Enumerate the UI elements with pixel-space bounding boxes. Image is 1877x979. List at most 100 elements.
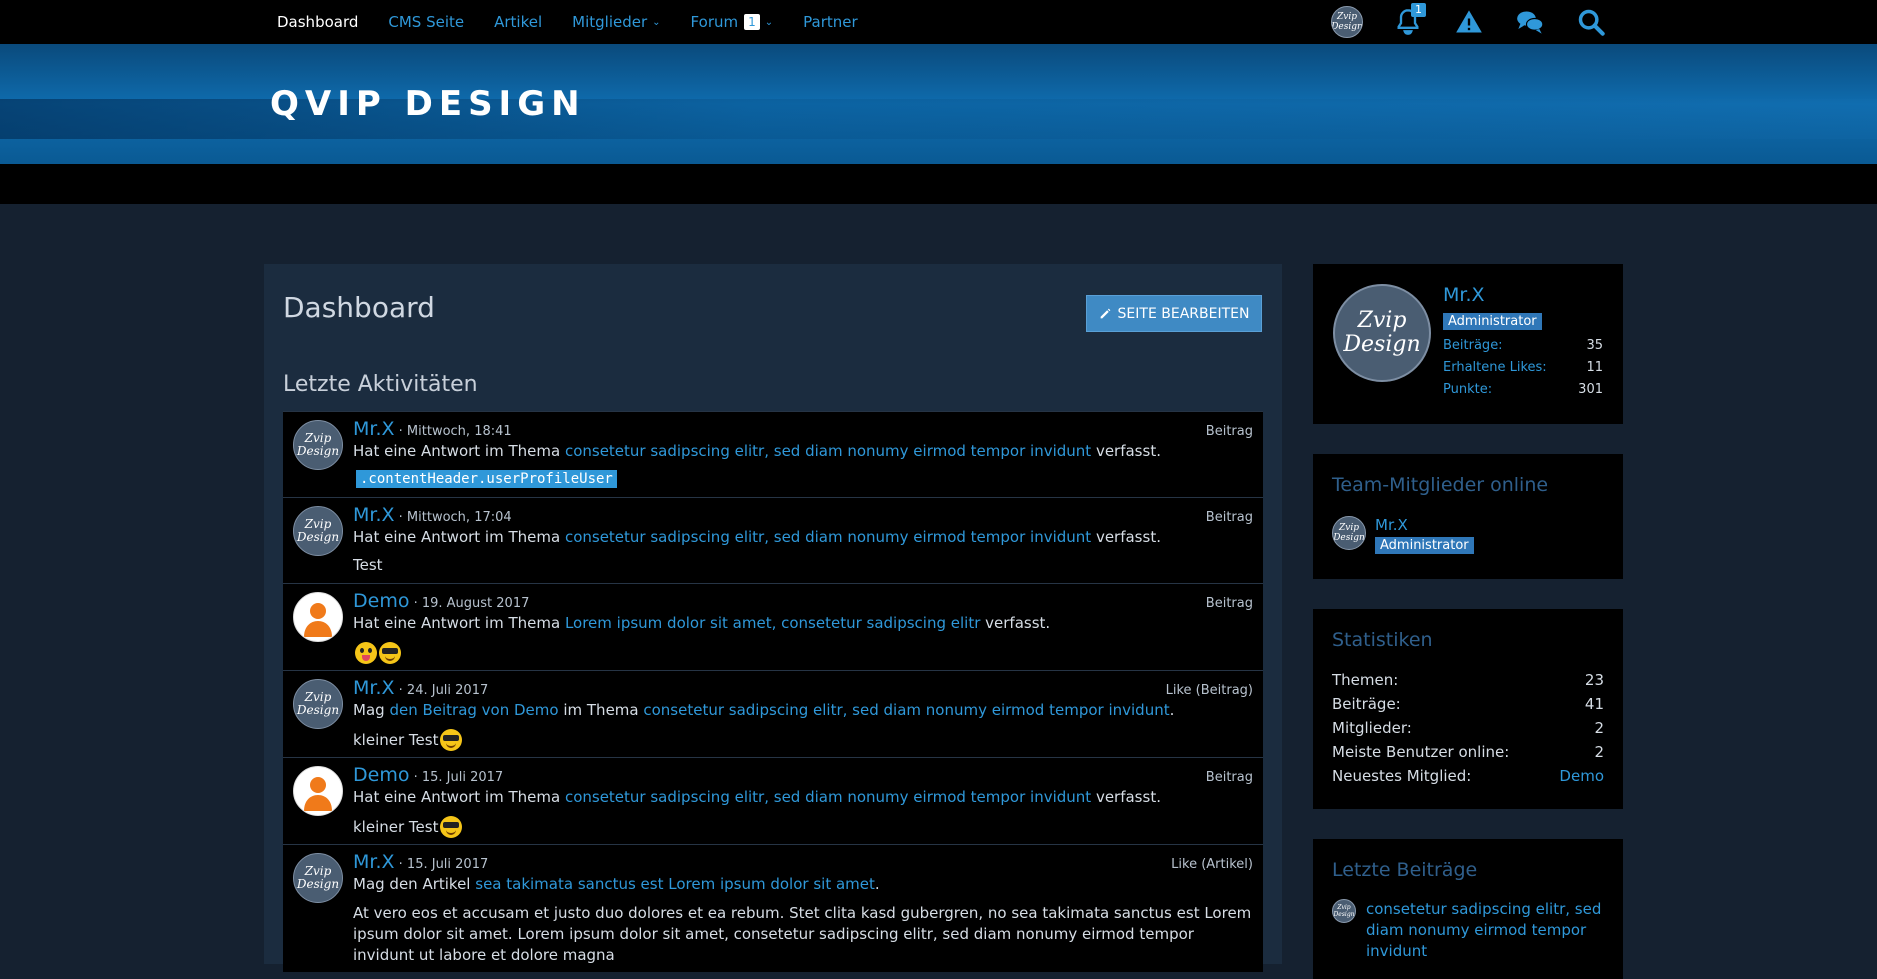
thread-link[interactable]: Lorem ipsum dolor sit amet, consetetur s… <box>565 614 980 632</box>
nav-artikel[interactable]: Artikel <box>494 13 542 31</box>
avatar[interactable]: Zvip Design <box>293 853 343 903</box>
profile-box: Zvip Design Mr.X Administrator Beiträge:… <box>1313 264 1623 424</box>
avatar[interactable]: Zvip Design <box>293 420 343 470</box>
activity-user-link[interactable]: Mr.X <box>353 677 395 699</box>
thread-link[interactable]: consetetur sadipscing elitr, sed diam no… <box>565 788 1091 806</box>
activity-body: kleiner Test <box>353 816 1253 838</box>
notifications-badge: 1 <box>1411 3 1426 17</box>
profile-stat: Punkte: 301 <box>1443 382 1603 397</box>
statistics-label: Beiträge: <box>1332 695 1401 713</box>
nav-cms-seite[interactable]: CMS Seite <box>388 13 464 31</box>
avatar-text: Zvip Design <box>1343 308 1421 357</box>
nav-dashboard[interactable]: Dashboard <box>277 13 358 31</box>
avatar-text: Zvip Design <box>1333 904 1355 918</box>
user-avatar-button[interactable]: Zvip Design <box>1331 6 1363 38</box>
user-panel: Zvip Design 1 <box>1302 0 1607 44</box>
latest-post-link[interactable]: consetetur sadipscing elitr, sed diam no… <box>1366 899 1604 962</box>
statistics-rows: Themen: 23 Beiträge: 41 Mitglieder: 2 Meist… <box>1332 671 1604 785</box>
activity-desc-text: Hat eine Antwort im Thema <box>353 442 565 460</box>
profile-stat-value: 11 <box>1586 360 1603 375</box>
nav-mitglieder[interactable]: Mitglieder ⌄ <box>572 13 660 31</box>
edit-page-button[interactable]: SEITE BEARBEITEN <box>1086 295 1262 332</box>
activity-user-link[interactable]: Demo <box>353 764 409 786</box>
avatar-text: Zvip Design <box>296 431 340 458</box>
activity-item: Zvip Design Mr.X · Mittwoch, 17:04 Beitr… <box>283 497 1263 583</box>
activity-type: Beitrag <box>1205 510 1253 525</box>
search-button[interactable] <box>1575 6 1607 38</box>
activity-item: Demo · 15. Juli 2017 Beitrag Hat eine An… <box>283 757 1263 844</box>
activity-type: Like (Artikel) <box>1171 857 1253 872</box>
site-logo[interactable]: QVIP DESIGN <box>270 84 586 124</box>
activity-item: Zvip Design Mr.X · 24. Juli 2017 Like (B… <box>283 670 1263 757</box>
nav-forum[interactable]: Forum 1 ⌄ <box>691 13 774 31</box>
warning-button[interactable] <box>1453 6 1485 38</box>
activity-user-link[interactable]: Mr.X <box>353 418 395 440</box>
avatar[interactable]: Zvip Design <box>293 506 343 556</box>
statistics-title: Statistiken <box>1332 629 1433 651</box>
avatar[interactable]: Zvip Design <box>1332 899 1356 923</box>
warning-icon <box>1456 10 1482 33</box>
latest-post-item: Zvip Design consetetur sadipscing elitr,… <box>1332 899 1604 962</box>
avatar-text: Zvip Design <box>296 517 340 544</box>
avatar-text: Zvip Design <box>1331 12 1363 32</box>
conversations-button[interactable] <box>1514 6 1546 38</box>
activity-user-link[interactable]: Mr.X <box>353 851 395 873</box>
activity-item: Zvip Design Mr.X · Mittwoch, 18:41 Beitr… <box>283 411 1263 497</box>
top-navigation: Dashboard CMS Seite Artikel Mitglieder ⌄ … <box>0 0 1877 44</box>
profile-stat-label[interactable]: Punkte: <box>1443 382 1492 397</box>
role-badge: Administrator <box>1375 537 1474 554</box>
activity-item: Zvip Design Mr.X · 15. Juli 2017 Like (A… <box>283 844 1263 972</box>
activity-body-text: kleiner Test <box>353 731 439 749</box>
avatar: Zvip Design <box>1331 6 1363 38</box>
activity-time: · 19. August 2017 <box>409 596 530 611</box>
default-user-icon <box>304 603 332 637</box>
chevron-down-icon: ⌄ <box>764 16 774 28</box>
chat-bubbles-icon <box>1517 11 1544 34</box>
post-link[interactable]: den Beitrag von Demo <box>389 701 558 719</box>
activity-user-link[interactable]: Mr.X <box>353 504 395 526</box>
statistics-value: 2 <box>1594 719 1604 737</box>
activity-header: Mr.X · 24. Juli 2017 <box>353 677 1253 699</box>
avatar[interactable] <box>293 592 343 642</box>
activity-user-link[interactable]: Demo <box>353 590 409 612</box>
activity-desc-text: . <box>874 875 880 893</box>
avatar[interactable]: Zvip Design <box>1333 284 1431 382</box>
activity-header: Mr.X · Mittwoch, 17:04 <box>353 504 1253 526</box>
activity-desc-text: Mag den Artikel <box>353 875 476 893</box>
avatar[interactable]: Zvip Design <box>293 679 343 729</box>
header-banner: QVIP DESIGN <box>0 44 1877 164</box>
team-online-box: Team-Mitglieder online Zvip Design Mr.X … <box>1313 454 1623 579</box>
section-title: Letzte Aktivitäten <box>283 372 478 397</box>
activity-description: Hat eine Antwort im Thema consetetur sad… <box>353 528 1253 546</box>
activity-body: At vero eos et accusam et justo duo dolo… <box>353 904 1252 964</box>
nav-partner[interactable]: Partner <box>803 13 858 31</box>
thread-link[interactable]: consetetur sadipscing elitr, sed diam no… <box>565 528 1091 546</box>
statistics-value: 41 <box>1584 695 1604 713</box>
activity-desc-text: Hat eine Antwort im Thema <box>353 614 565 632</box>
newest-member-link[interactable]: Demo <box>1559 767 1604 785</box>
activity-time: · 15. Juli 2017 <box>394 857 489 872</box>
article-link[interactable]: sea takimata sanctus est Lorem ipsum dol… <box>475 875 875 893</box>
profile-stat-label[interactable]: Beiträge: <box>1443 338 1503 353</box>
latest-posts-title: Letzte Beiträge <box>1332 859 1478 881</box>
forum-badge: 1 <box>744 14 760 30</box>
nav-mitglieder-label: Mitglieder <box>572 13 648 31</box>
statistics-row: Mitglieder: 2 <box>1332 719 1604 737</box>
profile-username[interactable]: Mr.X <box>1443 284 1485 306</box>
avatar[interactable] <box>293 766 343 816</box>
statistics-label: Meiste Benutzer online: <box>1332 743 1510 761</box>
statistics-row: Meiste Benutzer online: 2 <box>1332 743 1604 761</box>
team-member-name[interactable]: Mr.X <box>1375 516 1474 534</box>
nav-forum-label: Forum <box>690 13 739 31</box>
sunglasses-emoji-icon <box>440 816 463 838</box>
statistics-row: Neuestes Mitglied: Demo <box>1332 767 1604 785</box>
profile-stat-label[interactable]: Erhaltene Likes: <box>1443 360 1547 375</box>
activity-time: · Mittwoch, 17:04 <box>394 510 512 525</box>
avatar[interactable]: Zvip Design <box>1332 516 1366 550</box>
activity-header: Mr.X · 15. Juli 2017 <box>353 851 1253 873</box>
thread-link[interactable]: consetetur sadipscing elitr, sed diam no… <box>643 701 1169 719</box>
main-content: Dashboard SEITE BEARBEITEN Letzte Aktivi… <box>264 264 1282 972</box>
thread-link[interactable]: consetetur sadipscing elitr, sed diam no… <box>565 442 1091 460</box>
activity-desc-text: verfasst. <box>980 614 1051 632</box>
notifications-button[interactable]: 1 <box>1392 3 1426 38</box>
